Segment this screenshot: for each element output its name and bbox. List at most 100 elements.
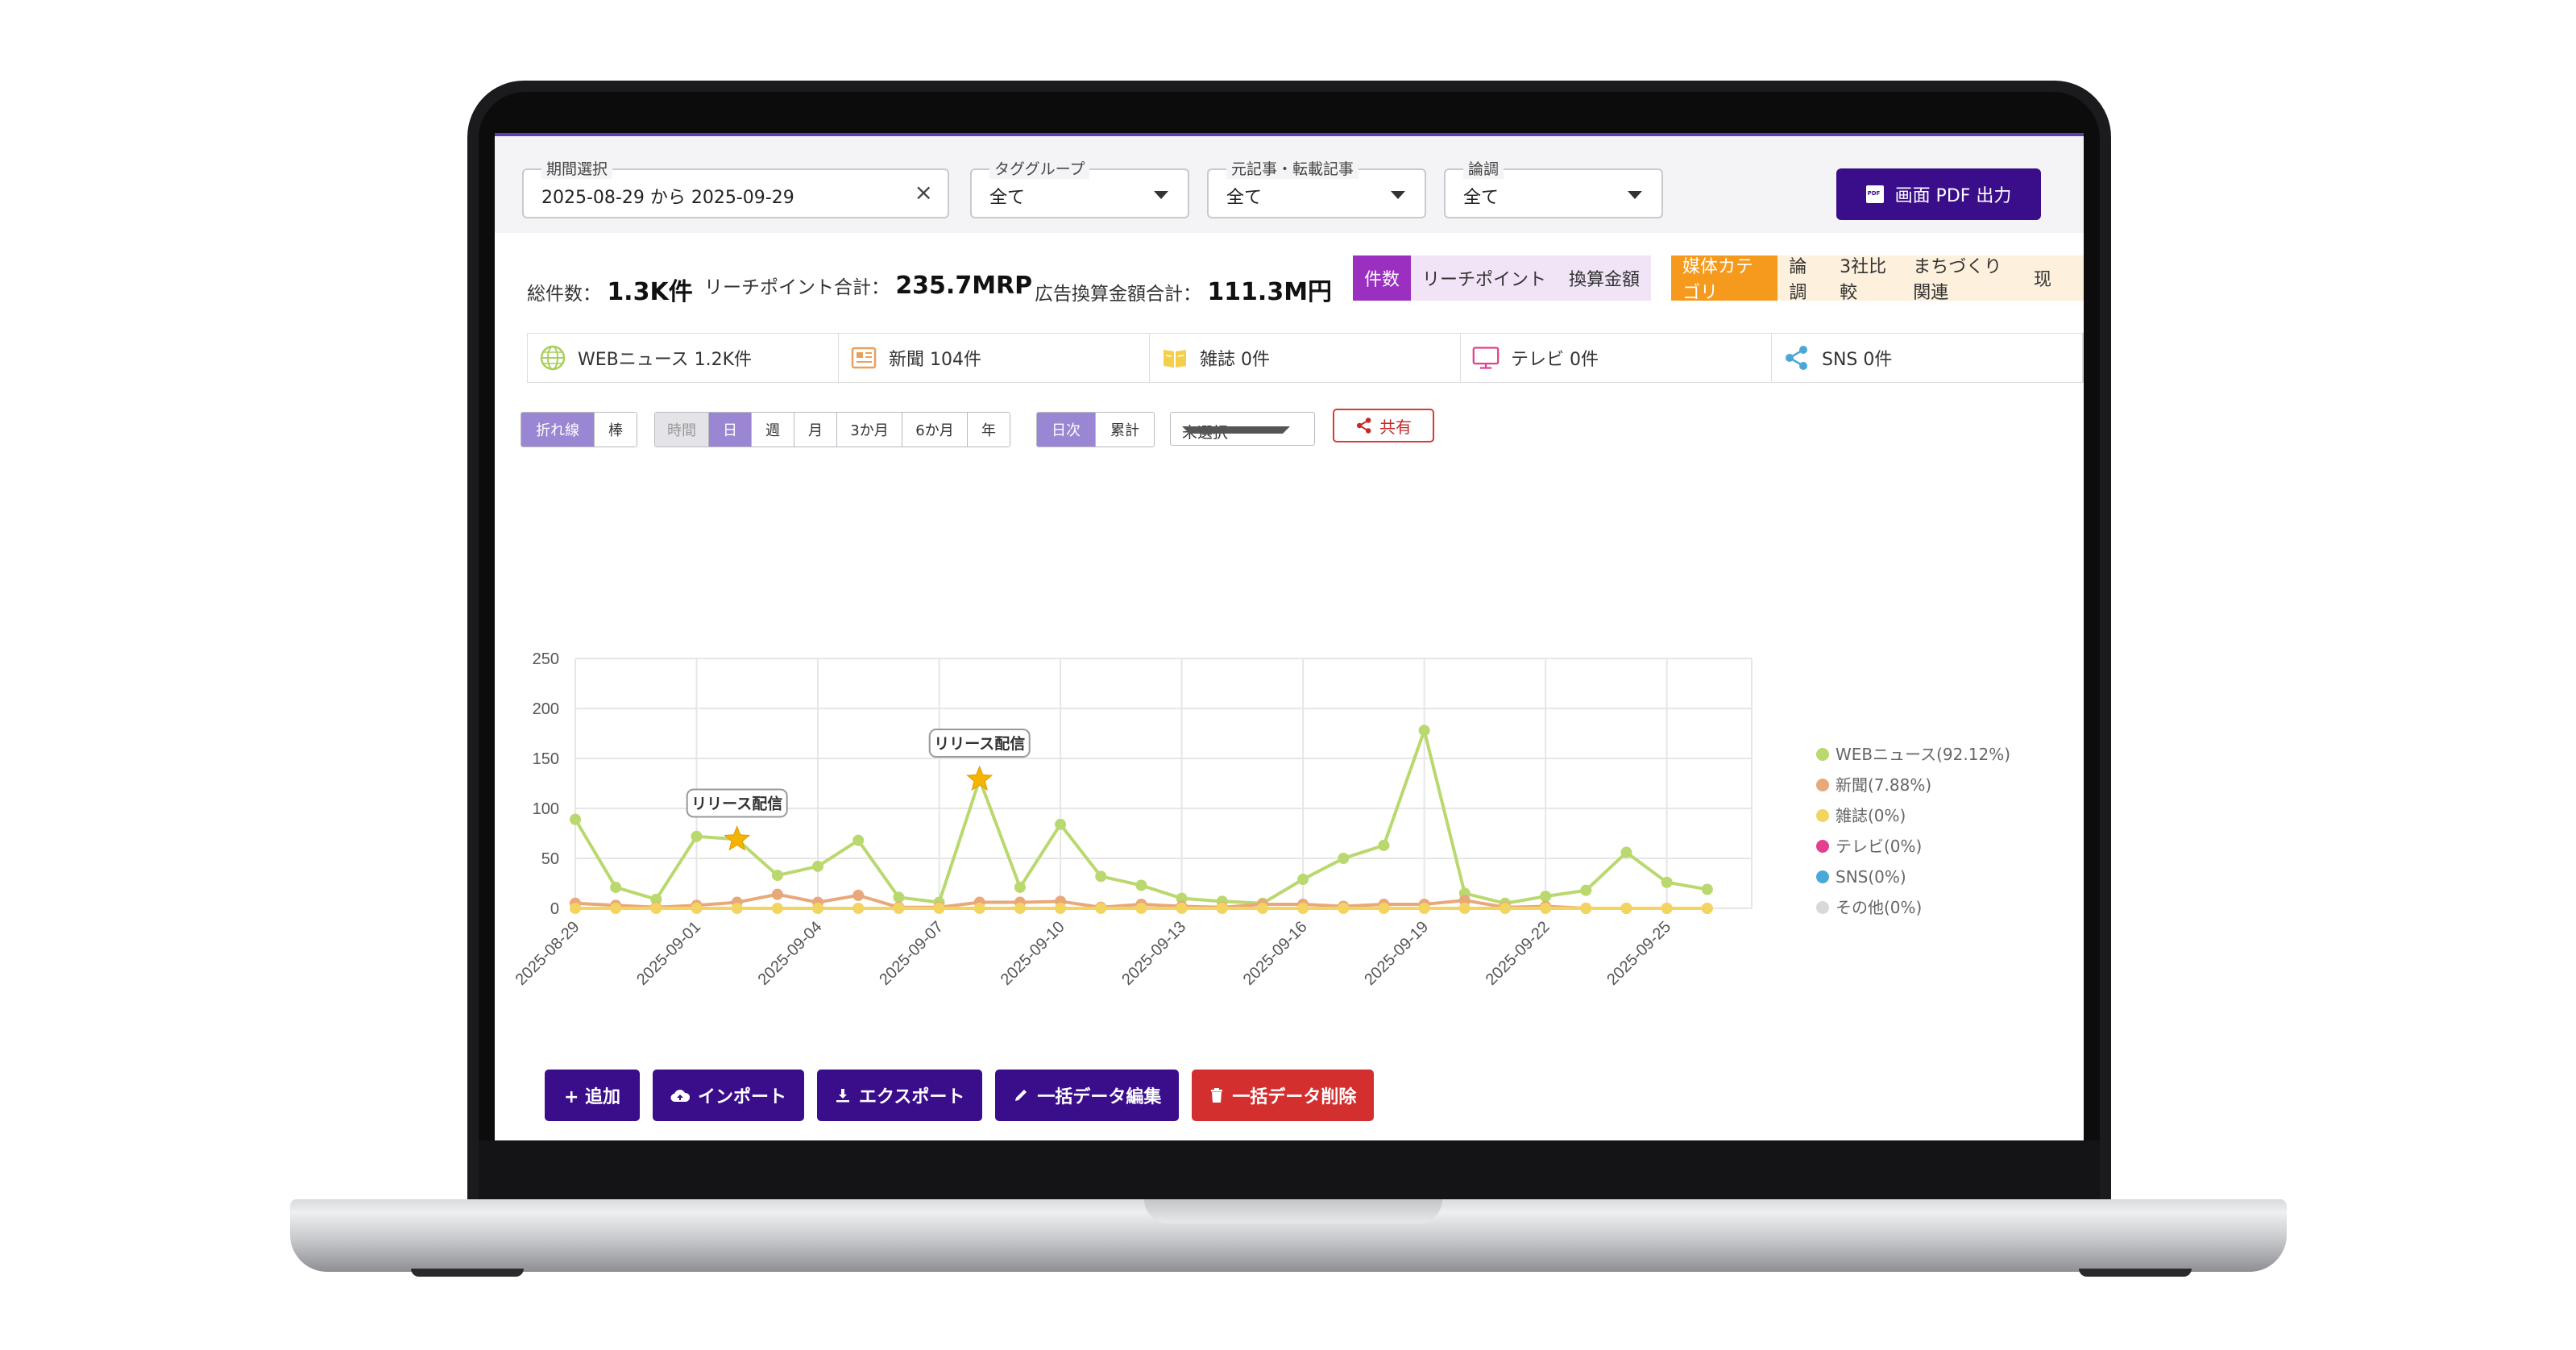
series-point xyxy=(731,903,743,914)
action-bar: + 追加 インポート エクスポート 一括データ編集 一括データ削除 xyxy=(545,1070,1375,1121)
tone-select[interactable]: 論調 全て xyxy=(1444,157,1663,218)
granularity-hour[interactable]: 時間 xyxy=(655,413,709,447)
tab-tone[interactable]: 論調 xyxy=(1777,255,1829,303)
tag-group-select[interactable]: タググループ 全て xyxy=(970,157,1189,218)
mode-toggle: 日次 累計 xyxy=(1036,412,1155,447)
tab-3co-compare[interactable]: 3社比較 xyxy=(1828,255,1902,303)
series-point xyxy=(1095,903,1107,914)
mode-daily[interactable]: 日次 xyxy=(1037,413,1096,447)
reach-label: リーチポイント合計： xyxy=(704,277,890,298)
chevron-down-icon xyxy=(1182,426,1290,434)
app-screen: 期間選択 2025-08-29 から 2025-09-29 × タググループ 全… xyxy=(495,133,2084,1140)
laptop-notch xyxy=(1144,1199,1442,1223)
series-point xyxy=(570,903,581,914)
media-magazine[interactable]: 雑誌 0件 xyxy=(1150,334,1461,382)
media-tv-label: テレビ 0件 xyxy=(1511,350,1599,370)
series-point xyxy=(1297,874,1309,886)
legend-marker xyxy=(1816,901,1829,914)
import-button[interactable]: インポート xyxy=(653,1070,805,1121)
period-select[interactable]: 期間選択 2025-08-29 から 2025-09-29 × xyxy=(522,157,949,218)
series-point xyxy=(812,860,824,872)
pdf-icon xyxy=(1865,185,1884,203)
legend-label: テレビ(0%) xyxy=(1836,837,1922,856)
media-summary-row: WEBニュース 1.2K件 新聞 104件 雑誌 0件 テレビ 0件 SNS 0… xyxy=(527,333,2084,383)
series-point xyxy=(1580,884,1592,896)
tab-more[interactable]: 现 xyxy=(2022,255,2084,301)
compare-select[interactable]: 未選択 xyxy=(1170,412,1315,446)
y-tick-label: 50 xyxy=(541,850,559,868)
series-point xyxy=(610,903,622,914)
pencil-icon xyxy=(1015,1090,1027,1101)
x-tick-label: 2025-09-04 xyxy=(755,918,826,989)
series-point xyxy=(1378,903,1390,914)
add-button-label: + 追加 xyxy=(563,1087,621,1107)
tv-icon xyxy=(1472,344,1500,372)
tag-group-label: タググループ xyxy=(989,157,1090,179)
series-point xyxy=(1499,903,1511,914)
article-type-label: 元記事・転載記事 xyxy=(1226,157,1359,179)
series-point xyxy=(852,834,865,846)
series-point xyxy=(1055,903,1067,914)
series-point xyxy=(1661,903,1673,914)
series-point xyxy=(1620,846,1632,858)
series-point xyxy=(650,903,662,914)
media-newspaper[interactable]: 新聞 104件 xyxy=(839,334,1150,382)
mode-cumulative[interactable]: 累計 xyxy=(1096,413,1154,447)
granularity-6months[interactable]: 6か月 xyxy=(902,413,968,447)
tag-group-value: 全て xyxy=(989,188,1026,208)
total-value: 1.3K件 xyxy=(607,278,693,306)
annotation-label: リリース配信 xyxy=(691,794,782,812)
series-point xyxy=(893,903,905,914)
series-point xyxy=(852,889,865,901)
chevron-down-icon xyxy=(1628,191,1642,199)
bulk-edit-button[interactable]: 一括データ編集 xyxy=(995,1070,1180,1121)
x-tick-label: 2025-09-22 xyxy=(1483,918,1553,989)
x-tick-label: 2025-09-25 xyxy=(1603,918,1674,989)
share-button[interactable]: 共有 xyxy=(1333,409,1434,442)
export-button[interactable]: エクスポート xyxy=(817,1070,983,1121)
legend-marker xyxy=(1816,840,1829,853)
series-point xyxy=(1297,903,1309,914)
tab-town-planning[interactable]: まちづくり関連 xyxy=(1902,255,2022,303)
tab-count[interactable]: 件数 xyxy=(1353,255,1412,301)
media-web[interactable]: WEBニュース 1.2K件 xyxy=(528,334,839,382)
media-sns-label: SNS 0件 xyxy=(1822,350,1893,370)
granularity-3months[interactable]: 3か月 xyxy=(837,413,902,447)
total-label: 総件数： xyxy=(527,284,601,305)
x-tick-label: 2025-08-29 xyxy=(512,918,583,989)
granularity-week[interactable]: 週 xyxy=(752,413,794,447)
bulk-delete-button[interactable]: 一括データ削除 xyxy=(1192,1070,1375,1121)
legend-label: 新聞(7.88%) xyxy=(1836,775,1931,795)
add-button[interactable]: + 追加 xyxy=(545,1070,640,1121)
share-icon xyxy=(1783,344,1811,372)
tab-ad-value[interactable]: 換算金額 xyxy=(1558,255,1652,301)
tone-value: 全て xyxy=(1463,188,1500,208)
tab-reach[interactable]: リーチポイント xyxy=(1411,255,1558,301)
series-point xyxy=(852,903,865,914)
total-count: 総件数： 1.3K件 xyxy=(527,272,693,307)
series-point xyxy=(1378,839,1390,851)
export-button-label: エクスポート xyxy=(859,1087,965,1107)
article-type-select[interactable]: 元記事・転載記事 全て xyxy=(1207,157,1426,218)
chart-type-toggle: 折れ線 棒 xyxy=(521,412,637,447)
bar-chart-button[interactable]: 棒 xyxy=(595,413,637,447)
x-tick-label: 2025-09-01 xyxy=(633,918,704,989)
tab-media-category[interactable]: 媒体カテゴリ xyxy=(1671,255,1778,303)
legend-marker xyxy=(1816,779,1829,791)
granularity-year[interactable]: 年 xyxy=(968,413,1010,447)
granularity-month[interactable]: 月 xyxy=(794,413,837,447)
series-point xyxy=(1540,903,1552,914)
legend-marker xyxy=(1816,809,1829,822)
magazine-icon xyxy=(1161,344,1188,372)
series-point xyxy=(933,903,945,914)
media-tv[interactable]: テレビ 0件 xyxy=(1461,334,1772,382)
media-sns[interactable]: SNS 0件 xyxy=(1772,334,2083,382)
pdf-export-button[interactable]: 画面 PDF 出力 xyxy=(1836,168,2041,220)
metric-tabs: 件数 リーチポイント 換算金額 xyxy=(1353,255,1652,301)
line-chart-button[interactable]: 折れ線 xyxy=(521,413,595,447)
series-point xyxy=(1701,903,1713,914)
granularity-toggle: 時間 日 週 月 3か月 6か月 年 xyxy=(654,412,1010,447)
granularity-day[interactable]: 日 xyxy=(709,413,752,447)
series-point xyxy=(691,903,703,914)
clear-icon[interactable]: × xyxy=(915,179,933,206)
